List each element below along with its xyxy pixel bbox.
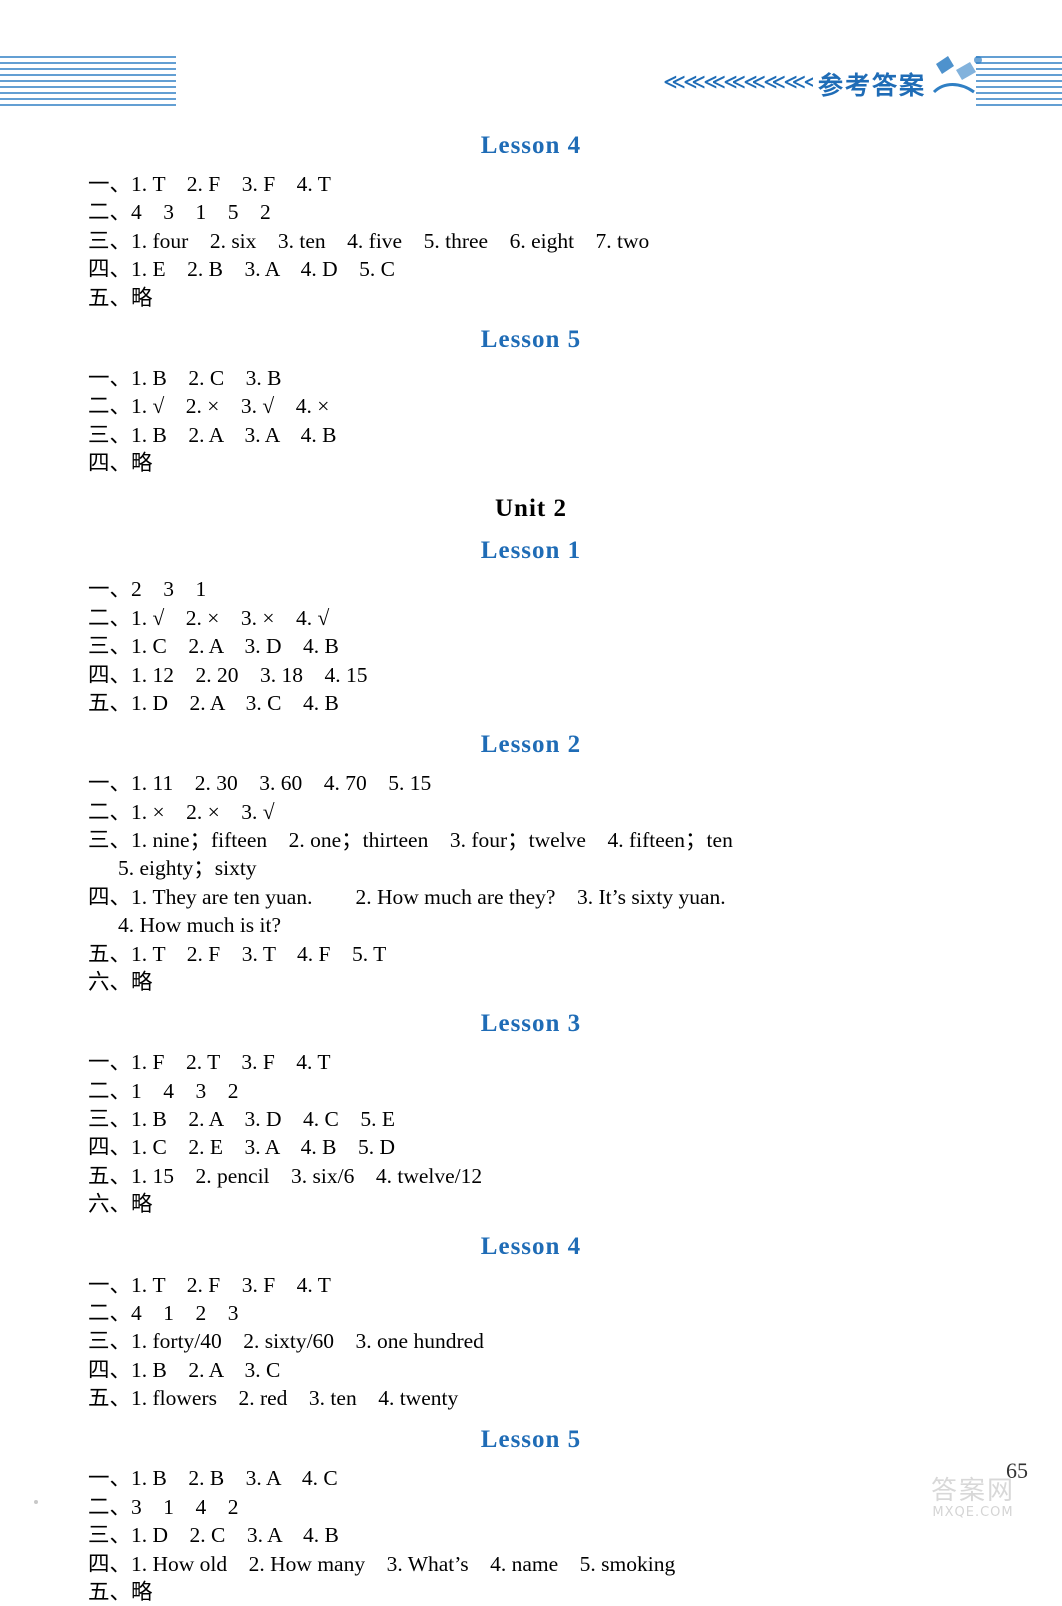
lesson-heading: Lesson 3 xyxy=(480,1010,582,1038)
answer-line: 三、1. C 2. A 3. D 4. B xyxy=(88,634,339,659)
answer-block: 一、1. T 2. F 3. F 4. T 二、4 1 2 3 三、1. forty… xyxy=(0,1271,1062,1413)
corner-mark xyxy=(34,1500,38,1504)
answer-line: 五、1. 15 2. pencil 3. six/6 4. twelve/12 xyxy=(88,1163,483,1188)
answer-line: 一、1. F 2. T 3. F 4. T xyxy=(88,1050,331,1075)
answer-line: 五、略 xyxy=(88,1579,153,1604)
answer-line: 一、1. T 2. F 3. F 4. T xyxy=(88,1272,331,1297)
answer-line: 二、1 4 3 2 xyxy=(88,1078,239,1103)
lesson-heading: Lesson 1 xyxy=(480,537,582,565)
answer-line: 三、1. forty/40 2. sixty/60 3. one hundred xyxy=(88,1329,484,1354)
watermark-cn: 答案网 xyxy=(930,1475,1015,1506)
page-title: 参考答案 xyxy=(818,71,927,100)
lesson-heading: Lesson 4 xyxy=(480,132,582,159)
answer-line: 六、略 xyxy=(88,1192,153,1217)
lesson-heading: Lesson 4 xyxy=(480,1232,582,1260)
answer-block: 一、1. B 2. B 3. A 4. C 二、3 1 4 2 三、1. D 2. … xyxy=(0,1464,1062,1606)
watermark-en: MXQE.COM xyxy=(932,1505,1014,1520)
header-chevrons: ≪≪≪≪≪≪≪≪≪≪≪≪≪ xyxy=(663,70,813,95)
answers-content: Lesson 4 一、1. T 2. F 3. F 4. T 二、4 3 1 5 2… xyxy=(0,118,1062,1606)
answer-block: 一、2 3 1 二、1. √ 2. × 3. × 4. √ 三、1. C 2. A … xyxy=(0,575,1062,717)
answer-line: 五、1. D 2. A 3. C 4. B xyxy=(88,690,339,715)
answer-line: 4. How much is it? xyxy=(118,913,282,938)
answer-line: 四、1. B 2. A 3. C xyxy=(88,1357,281,1382)
answer-line: 一、2 3 1 xyxy=(88,577,207,602)
lesson-heading: Lesson 5 xyxy=(480,325,582,353)
lesson-heading: Lesson 5 xyxy=(480,1426,582,1454)
answer-line: 二、1. √ 2. × 3. × 4. √ xyxy=(88,605,330,630)
answer-line: 三、1. four 2. six 3. ten 4. five 5. three… xyxy=(88,228,650,253)
header-hatch-left xyxy=(0,56,176,110)
answer-line: 三、1. B 2. A 3. A 4. B xyxy=(88,422,337,447)
answer-line: 一、1. 11 2. 30 3. 60 4. 70 5. 15 xyxy=(88,771,432,796)
answer-line: 四、1. They are ten yuan. 2. How much are … xyxy=(88,884,726,909)
answer-line: 二、4 1 2 3 xyxy=(88,1300,239,1325)
lesson-heading: Lesson 2 xyxy=(480,731,582,759)
answer-line: 四、1. How old 2. How many 3. What’s 4. na… xyxy=(88,1551,676,1576)
answer-line: 四、略 xyxy=(88,451,153,475)
answer-block: 一、1. 11 2. 30 3. 60 4. 70 5. 15 二、1. × 2.… xyxy=(0,769,1062,996)
answer-block: 一、1. T 2. F 3. F 4. T 二、4 3 1 5 2 三、1. fou… xyxy=(0,170,1062,312)
answer-line: 一、1. B 2. B 3. A 4. C xyxy=(88,1466,338,1491)
watermark: 答案网 MXQE.COM xyxy=(908,1475,1038,1520)
answer-sections: Lesson 4 一、1. T 2. F 3. F 4. T 二、4 3 1 5 2… xyxy=(0,132,1062,1606)
page-header: ≪≪≪≪≪≪≪≪≪≪≪≪≪ 参考答案 xyxy=(0,0,1062,118)
answer-line: 一、1. B 2. C 3. B xyxy=(88,365,282,390)
answer-line: 三、1. B 2. A 3. D 4. C 5. E xyxy=(88,1107,395,1131)
answer-line: 二、1. × 2. × 3. √ xyxy=(88,799,275,824)
answer-line: 三、1. nine；fifteen 2. one；thirteen 3. fou… xyxy=(88,828,733,852)
answer-line: 五、1. T 2. F 3. T 4. F 5. T xyxy=(88,941,387,966)
unit-heading: Unit 2 xyxy=(495,495,567,523)
answer-line: 二、3 1 4 2 xyxy=(88,1494,239,1519)
answer-line: 二、4 3 1 5 2 xyxy=(88,200,271,225)
answer-line: 一、1. T 2. F 3. F 4. T xyxy=(88,172,331,196)
answer-line: 四、1. E 2. B 3. A 4. D 5. C xyxy=(88,257,395,282)
decorative-pencil-icon xyxy=(932,56,982,94)
answer-line: 四、1. C 2. E 3. A 4. B 5. D xyxy=(88,1135,395,1160)
answer-block: 一、1. F 2. T 3. F 4. T 二、1 4 3 2 三、1. B 2. … xyxy=(0,1048,1062,1218)
answer-line: 5. eighty；sixty xyxy=(118,856,257,881)
answer-line: 三、1. D 2. C 3. A 4. B xyxy=(88,1523,339,1548)
answer-line: 五、1. flowers 2. red 3. ten 4. twenty xyxy=(88,1386,459,1410)
answer-line: 二、1. √ 2. × 3. √ 4. × xyxy=(88,394,330,419)
answer-line: 五、略 xyxy=(88,285,153,310)
answer-line: 六、略 xyxy=(88,969,153,994)
answer-line: 四、1. 12 2. 20 3. 18 4. 15 xyxy=(88,662,368,687)
answer-block: 一、1. B 2. C 3. B 二、1. √ 2. × 3. √ 4. × 三、1… xyxy=(0,364,1062,478)
